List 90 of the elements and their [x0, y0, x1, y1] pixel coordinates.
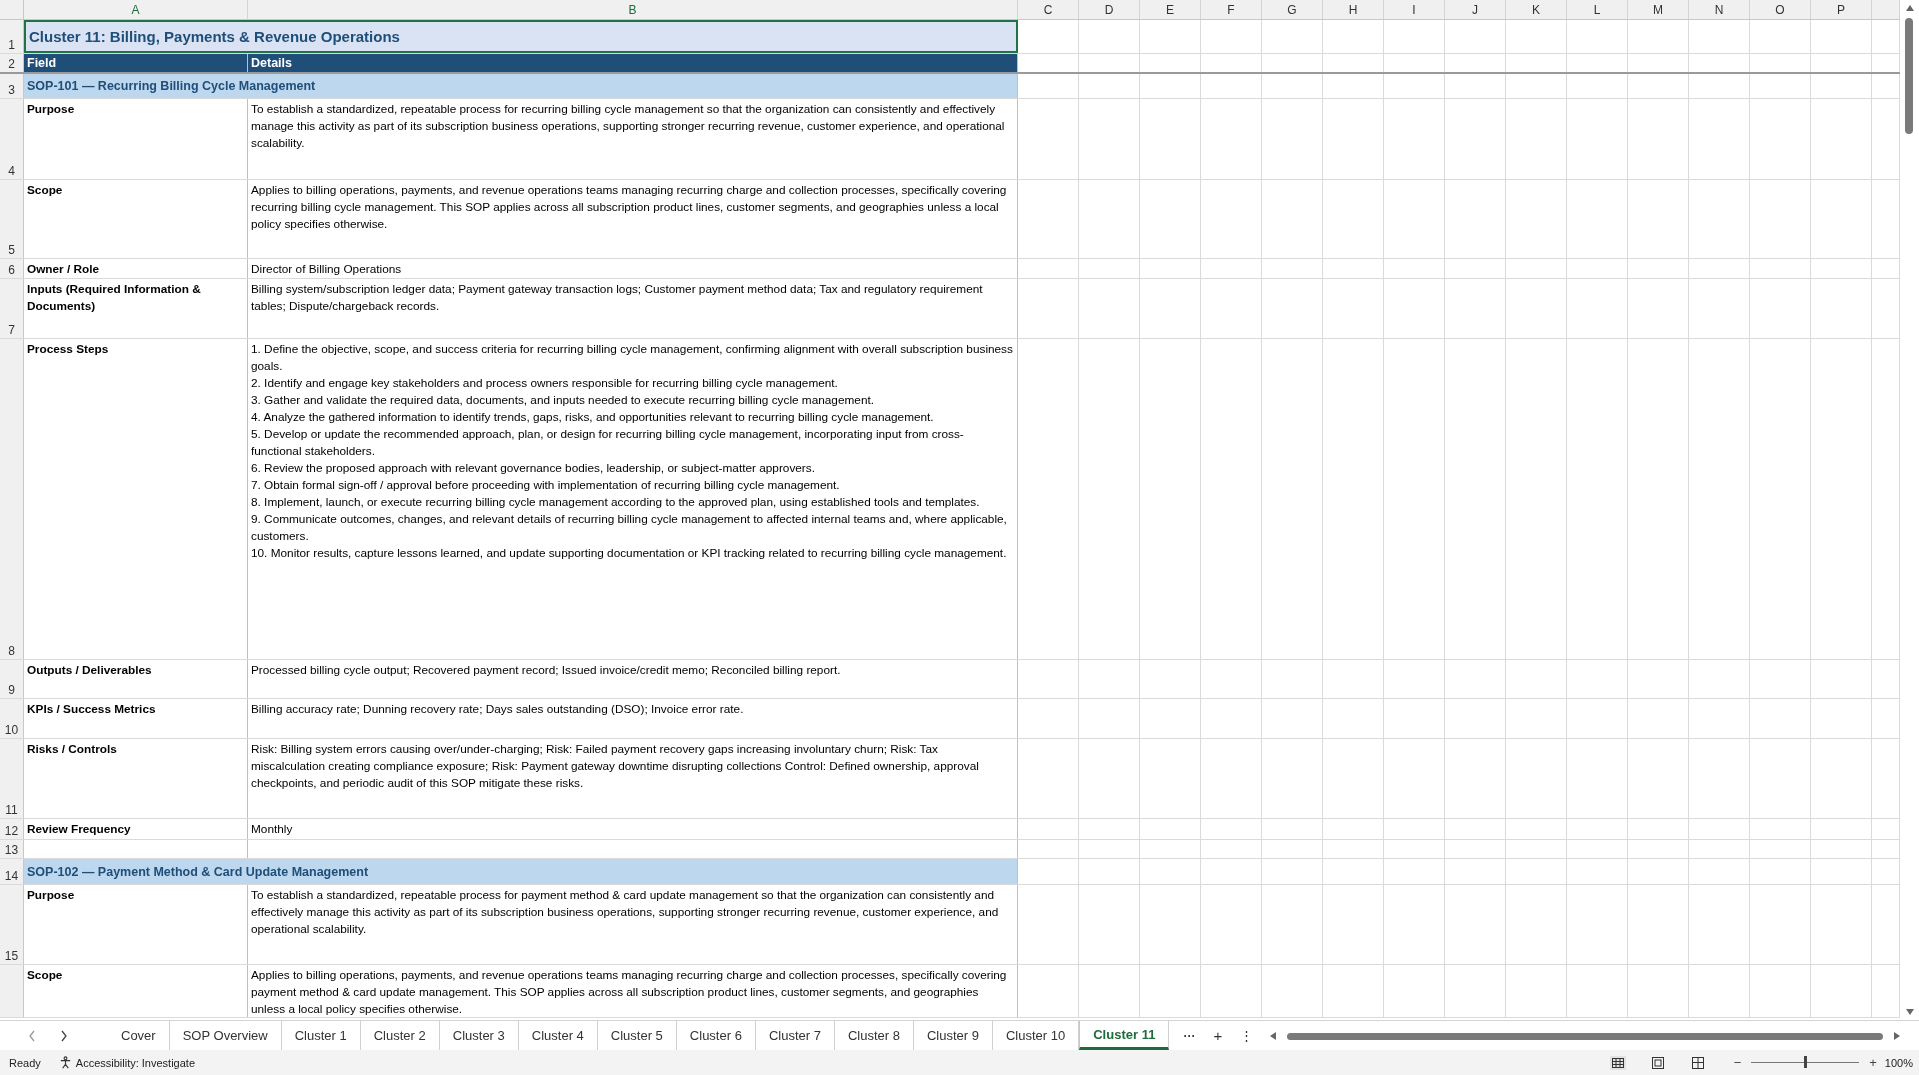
- next-sheet-icon[interactable]: [60, 1029, 68, 1042]
- row-header[interactable]: 6: [0, 259, 24, 278]
- page-break-preview-icon[interactable]: [1689, 1055, 1706, 1070]
- column-header[interactable]: D: [1079, 0, 1140, 19]
- row-header[interactable]: 2: [0, 54, 24, 72]
- details-text: Processed billing cycle output; Recovered payment record; Issued invoice/credit memo; Reconciled billing report.: [251, 662, 842, 679]
- column-header[interactable]: J: [1445, 0, 1506, 19]
- row-header[interactable]: 15: [0, 885, 24, 964]
- field-label[interactable]: Owner / Role: [24, 259, 248, 278]
- details-text: Applies to billing operations, payments, and revenue operations teams managing recurring charge and collection processes, specifically covering recurring billing cycle management. This SOP applies across all subscription product lines, customer segments, and geographies unless a local policy specifies otherwise.: [251, 182, 1008, 233]
- options-button[interactable]: ⋮: [1240, 1028, 1254, 1043]
- details-text: Risk: Billing system errors causing over/under-charging; Risk: Failed payment recovery gaps increasing involuntary churn; Risk: Tax miscalculation creating compliance exposure; Risk: Payment gateway downtime disrupting collections Control: Defined ownership, approval checkpoints, and periodic audit of this SOP mitigate these risks.: [251, 741, 980, 792]
- section-heading-cell[interactable]: SOP-101 — Recurring Billing Cycle Management: [24, 74, 1018, 98]
- row-header[interactable]: 11: [0, 739, 24, 818]
- normal-view-icon[interactable]: [1609, 1055, 1626, 1070]
- row-header[interactable]: 14: [0, 859, 24, 884]
- field-label[interactable]: Review Frequency: [24, 819, 248, 839]
- zoom-in-button[interactable]: +: [1865, 1055, 1881, 1070]
- horizontal-scrollbar-thumb[interactable]: [1287, 1032, 1883, 1040]
- row-header[interactable]: 8: [0, 339, 24, 659]
- details-text: Monthly: [251, 821, 294, 838]
- details-text: 9. Communicate outcomes, changes, and relevant details of recurring billing cycle management to affected internal teams and, where applicable, customers.: [251, 511, 1008, 545]
- row-header[interactable]: 4: [0, 99, 24, 179]
- previous-sheet-icon[interactable]: [28, 1029, 36, 1042]
- row-header[interactable]: [0, 965, 24, 1017]
- page-layout-icon[interactable]: [1649, 1055, 1666, 1070]
- details-text: To establish a standardized, repeatable process for payment method & card update management so that the organization can consistently and effectively manage this activity as part of its subscription business operations, supporting stronger recurring revenue, customer experience, and operational scalability.: [251, 887, 1000, 938]
- column-header[interactable]: O: [1750, 0, 1811, 19]
- vertical-scrollbar-thumb[interactable]: [1905, 18, 1913, 134]
- details-text: 2. Identify and engage key stakeholders and process owners responsible for recurring billing cycle management.: [251, 375, 839, 392]
- column-header[interactable]: F: [1201, 0, 1262, 19]
- field-label[interactable]: Outputs / Deliverables: [24, 660, 248, 698]
- details-text: 6. Review the proposed approach with relevant governance bodies, leadership, or subject-matter approvers.: [251, 460, 816, 477]
- column-header[interactable]: P: [1811, 0, 1872, 19]
- row-header[interactable]: 7: [0, 279, 24, 338]
- add-sheet-button[interactable]: +: [1213, 1027, 1223, 1044]
- zoom-out-button[interactable]: −: [1729, 1055, 1746, 1070]
- row-header[interactable]: 3: [0, 74, 24, 98]
- accessibility-status[interactable]: Accessibility: Investigate: [71, 1056, 195, 1069]
- title-cell[interactable]: Cluster 11: Billing, Payments & Revenue Operations: [24, 20, 1018, 53]
- details-text: 7. Obtain formal sign-off / approval before proceeding with implementation of recurring billing cycle management.: [251, 477, 841, 494]
- details-text: Billing accuracy rate; Dunning recovery rate; Days sales outstanding (DSO); Invoice error rate.: [251, 701, 745, 718]
- column-header[interactable]: E: [1140, 0, 1201, 19]
- column-header[interactable]: I: [1384, 0, 1445, 19]
- field-label[interactable]: Scope: [24, 180, 248, 258]
- sheet-tab[interactable]: Cluster 11: [1079, 1021, 1170, 1050]
- column-header[interactable]: K: [1506, 0, 1567, 19]
- details-text: 3. Gather and validate the required data, documents, and inputs needed to execute recurring billing cycle management.: [251, 392, 875, 409]
- row-header[interactable]: 13: [0, 840, 24, 858]
- status-text: Ready: [8, 1056, 41, 1069]
- scroll-left-icon[interactable]: [1269, 1030, 1278, 1041]
- column-header[interactable]: M: [1628, 0, 1689, 19]
- scroll-up-icon[interactable]: [1904, 4, 1915, 12]
- details-text: 5. Develop or update the recommended approach, plan, or design for recurring billing cycle management, incorporating input from cross-functional stakeholders.: [251, 426, 965, 460]
- row-header[interactable]: 12: [0, 819, 24, 839]
- row-header[interactable]: 5: [0, 180, 24, 258]
- details-text: To establish a standardized, repeatable process for recurring billing cycle management so that the organization can consistently and effectively manage this activity as part of its subscription business operations, supporting stronger recurring revenue, customer experience, and operational scalability.: [251, 101, 1006, 152]
- row-header[interactable]: 10: [0, 699, 24, 738]
- row-header[interactable]: 9: [0, 660, 24, 698]
- header-cell[interactable]: Field: [24, 54, 248, 72]
- field-label[interactable]: Scope: [24, 965, 248, 1017]
- scroll-down-icon[interactable]: [1904, 1008, 1915, 1016]
- column-header[interactable]: B: [248, 0, 1018, 19]
- details-text: 10. Monitor results, capture lessons learned, and update supporting documentation or KPI tracking related to recurring billing cycle management.: [251, 545, 1008, 562]
- details-text: 8. Implement, launch, or execute recurring billing cycle management according to the approved plan, using established tools and templates.: [251, 494, 981, 511]
- details-text: 4. Analyze the gathered information to identify trends, gaps, risks, and opportunities relevant to recurring billing cycle management.: [251, 409, 935, 426]
- field-label[interactable]: Purpose: [24, 885, 248, 964]
- column-header[interactable]: N: [1689, 0, 1750, 19]
- field-label[interactable]: KPIs / Success Metrics: [24, 699, 248, 738]
- details-text: Director of Billing Operations: [251, 261, 403, 278]
- field-label[interactable]: Risks / Controls: [24, 739, 248, 818]
- details-text: 1. Define the objective, scope, and success criteria for recurring billing cycle management, confirming alignment with overall subscription business goals.: [251, 341, 1014, 375]
- details-text: Billing system/subscription ledger data; Payment gateway transaction logs; Customer payment method data; Tax and regulatory requirement tables; Dispute/chargeback records.: [251, 281, 984, 315]
- zoom-slider-thumb[interactable]: [1804, 1056, 1808, 1068]
- zoom-level[interactable]: 100%: [1880, 1056, 1919, 1069]
- details-text: Applies to billing operations, payments, and revenue operations teams managing recurring charge and collection processes, specifically covering payment method & card update management. This SOP applies across all subscription product lines, customer segments, and geographies unless a local policy specifies otherwise.: [251, 967, 1008, 1017]
- header-cell[interactable]: Details: [248, 54, 1018, 72]
- column-header[interactable]: G: [1262, 0, 1323, 19]
- field-label[interactable]: Inputs (Required Information & Documents): [24, 279, 248, 338]
- column-header[interactable]: H: [1323, 0, 1384, 19]
- field-label[interactable]: Purpose: [24, 99, 248, 179]
- column-header[interactable]: A: [24, 0, 248, 19]
- scroll-right-icon[interactable]: [1893, 1030, 1901, 1041]
- more-sheets-button[interactable]: ···: [1183, 1028, 1196, 1043]
- accessibility-icon[interactable]: [58, 1056, 72, 1069]
- column-header[interactable]: L: [1567, 0, 1628, 19]
- row-header[interactable]: 1: [0, 20, 24, 53]
- column-header[interactable]: C: [1018, 0, 1079, 19]
- field-label[interactable]: Process Steps: [24, 339, 248, 659]
- section-heading-cell[interactable]: SOP-102 — Payment Method & Card Update Management: [24, 859, 1018, 884]
